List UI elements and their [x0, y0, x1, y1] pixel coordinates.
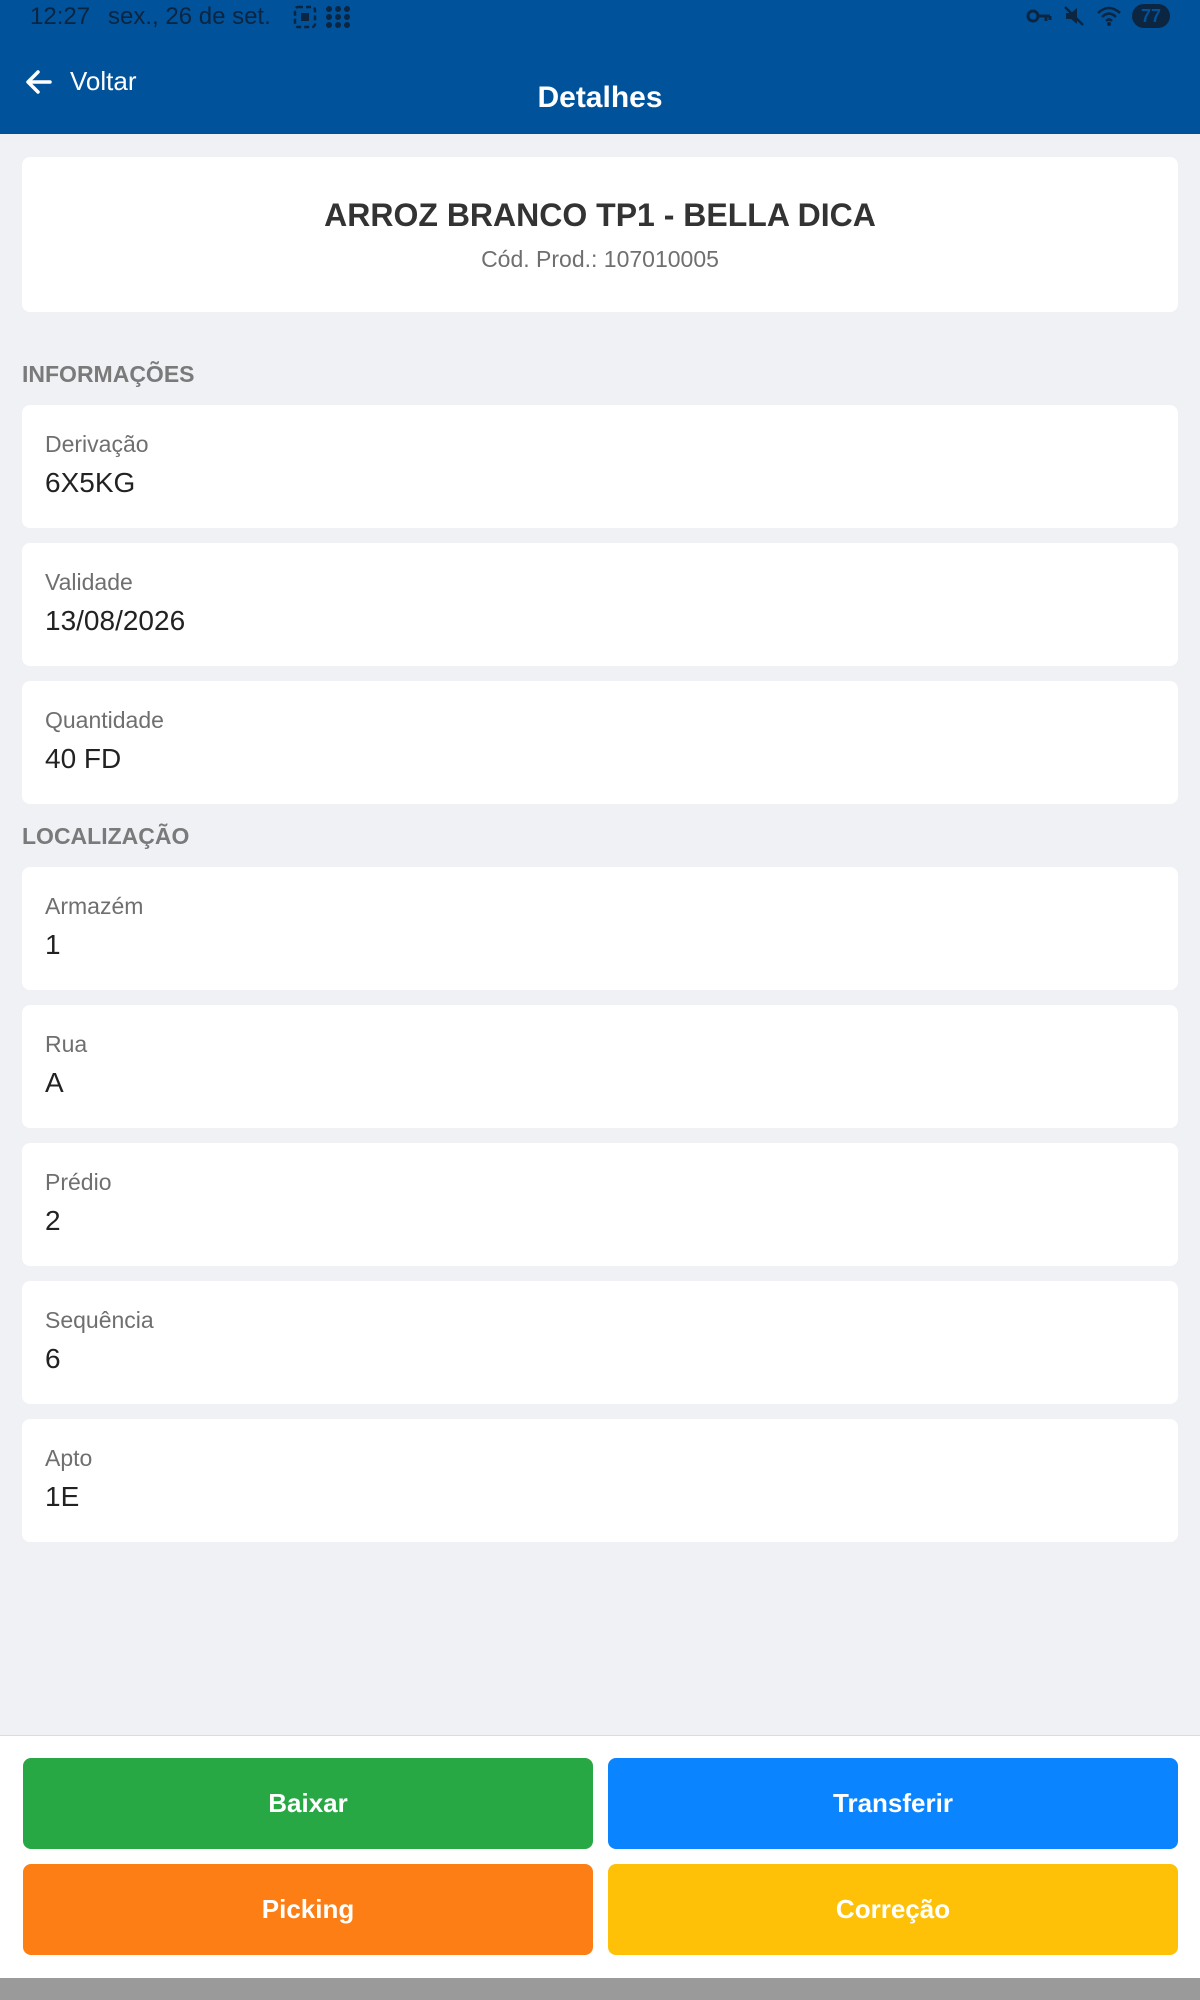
- field-value: A: [45, 1067, 64, 1098]
- field-label: Rua: [45, 1031, 88, 1057]
- status-system-icons: 77: [1026, 4, 1170, 28]
- field-card-apto: Apto 1E: [22, 1419, 1178, 1542]
- app-bar: Voltar Detalhes: [0, 36, 1200, 134]
- picking-button[interactable]: Picking: [23, 1864, 593, 1955]
- field-value: 13/08/2026: [45, 605, 186, 636]
- field-card-rua: Rua A: [22, 1005, 1178, 1128]
- mute-icon: [1064, 6, 1084, 26]
- field-value: 40 FD: [45, 743, 122, 774]
- section-title-informacoes: INFORMAÇÕES: [22, 361, 195, 387]
- field-card-quantidade: Quantidade 40 FD: [22, 681, 1178, 804]
- field-card-sequencia: Sequência 6: [22, 1281, 1178, 1404]
- status-time: 12:27: [30, 3, 91, 30]
- field-value: 6X5KG: [45, 467, 136, 498]
- field-label: Prédio: [45, 1169, 112, 1195]
- battery-indicator: 77: [1131, 4, 1170, 28]
- field-label: Validade: [45, 569, 133, 595]
- status-bar: 12:27 sex., 26 de set. 77: [0, 0, 1200, 36]
- transferir-button[interactable]: Transferir: [608, 1758, 1178, 1849]
- product-name: ARROZ BRANCO TP1 - BELLA DICA: [324, 197, 876, 233]
- apps-grid-icon: [326, 6, 350, 28]
- wifi-icon: [1097, 6, 1121, 26]
- status-notification-icons: [292, 4, 352, 30]
- field-card-armazem: Armazém 1: [22, 867, 1178, 990]
- field-card-derivacao: Derivação 6X5KG: [22, 405, 1178, 528]
- field-value: 1: [45, 929, 61, 960]
- field-value: 1E: [45, 1481, 80, 1512]
- section-title-localizacao: LOCALIZAÇÃO: [22, 823, 190, 849]
- action-panel: Baixar Transferir Picking Correção: [0, 1735, 1200, 1979]
- field-card-validade: Validade 13/08/2026: [22, 543, 1178, 666]
- product-card: ARROZ BRANCO TP1 - BELLA DICA Cód. Prod.…: [22, 157, 1178, 312]
- field-label: Sequência: [45, 1307, 154, 1333]
- product-code: Cód. Prod.: 107010005: [481, 246, 719, 272]
- field-card-predio: Prédio 2: [22, 1143, 1178, 1266]
- correcao-button[interactable]: Correção: [608, 1864, 1178, 1955]
- field-label: Quantidade: [45, 707, 164, 733]
- field-label: Derivação: [45, 431, 149, 457]
- page-title: Detalhes: [537, 81, 663, 114]
- field-value: 6: [45, 1343, 61, 1374]
- field-value: 2: [45, 1205, 61, 1236]
- vpn-key-icon: [1026, 9, 1052, 23]
- system-nav-bar: [0, 1978, 1200, 2000]
- field-label: Armazém: [45, 893, 144, 919]
- baixar-button[interactable]: Baixar: [23, 1758, 593, 1849]
- field-label: Apto: [45, 1445, 93, 1471]
- status-date: sex., 26 de set.: [108, 3, 271, 30]
- screenshot-icon: [293, 5, 317, 29]
